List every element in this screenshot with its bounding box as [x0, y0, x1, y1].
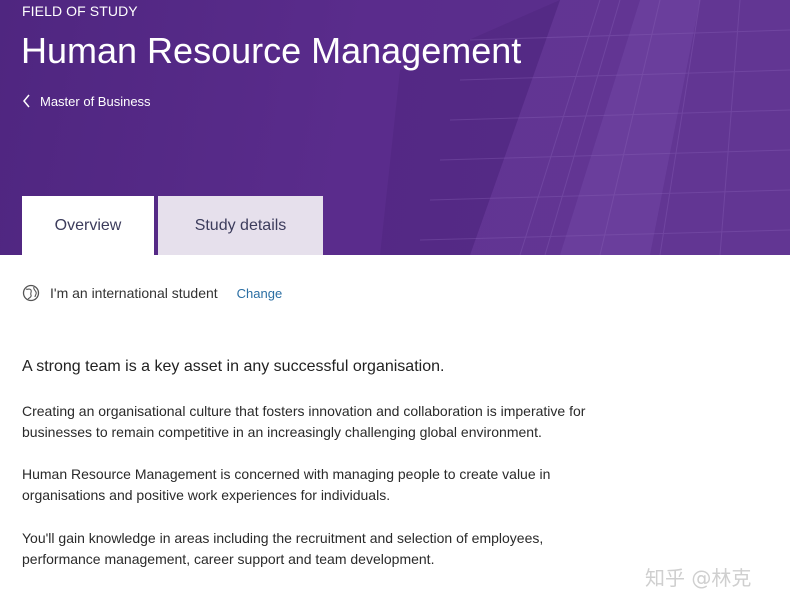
tab-bar: Overview Study details	[22, 196, 323, 255]
overview-paragraph: Human Resource Management is concerned w…	[22, 466, 551, 503]
tab-study-details[interactable]: Study details	[158, 196, 323, 255]
overview-paragraph: Creating an organisational culture that …	[22, 403, 586, 440]
chevron-left-icon	[23, 94, 30, 108]
student-status-bar: I'm an international student Change	[22, 284, 282, 302]
tab-overview[interactable]: Overview	[22, 196, 154, 255]
globe-icon	[22, 284, 40, 302]
watermark-text: 知乎 @林克	[645, 566, 752, 590]
student-status-label: I'm an international student	[50, 285, 218, 301]
lead-statement: A strong team is a key asset in any succ…	[22, 358, 445, 375]
hero-banner: FIELD OF STUDY Human Resource Management…	[0, 0, 790, 255]
change-status-link[interactable]: Change	[237, 286, 283, 301]
breadcrumb-label: Master of Business	[40, 93, 151, 109]
page-title: Human Resource Management	[21, 30, 522, 71]
overview-paragraph: You'll gain knowledge in areas including…	[22, 530, 544, 567]
breadcrumb-link[interactable]: Master of Business	[22, 92, 151, 110]
field-of-study-eyebrow: FIELD OF STUDY	[22, 3, 138, 19]
